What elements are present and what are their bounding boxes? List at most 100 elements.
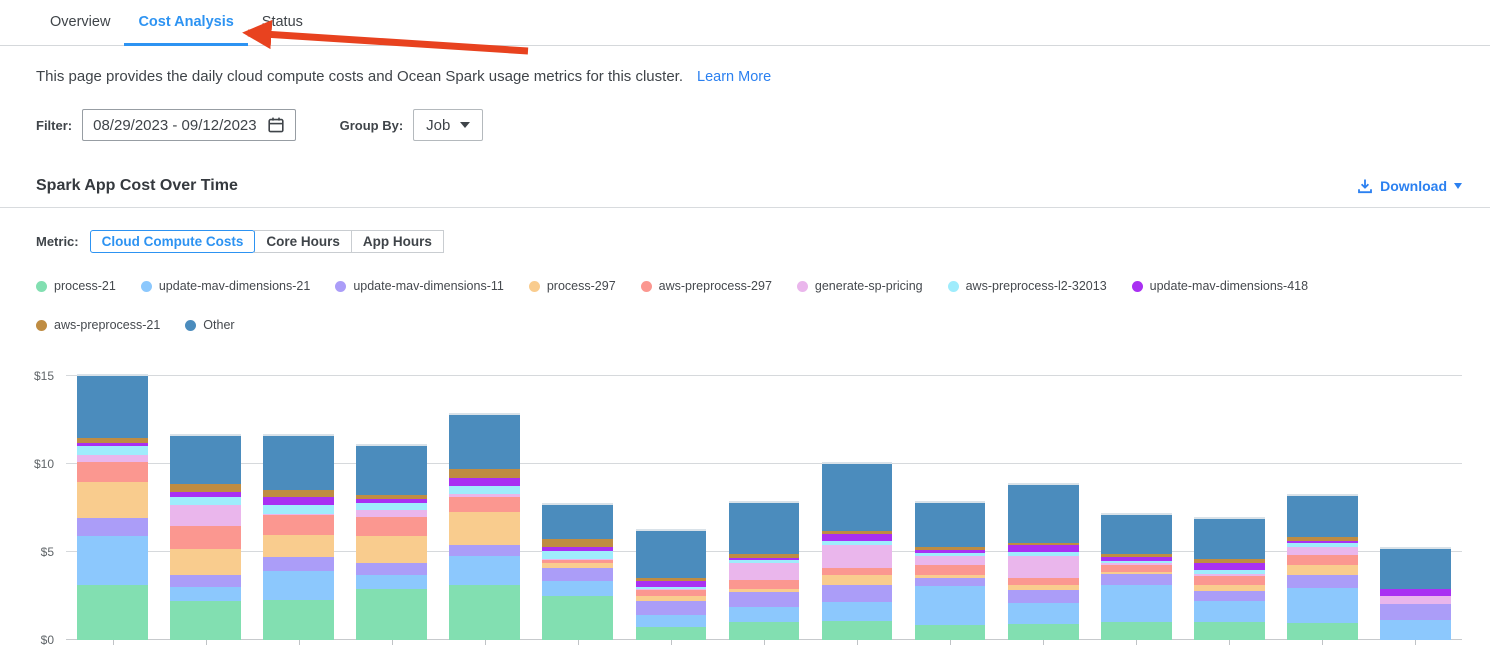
- bar-segment-update-mav-dimensions-418[interactable]: [1008, 545, 1079, 552]
- stacked-bar-9/8[interactable]: [1008, 483, 1079, 640]
- bar-segment-update-mav-dimensions-11[interactable]: [542, 568, 613, 581]
- bar-segment-process-21[interactable]: [1101, 622, 1172, 641]
- bar-segment-update-mav-dimensions-11[interactable]: [356, 563, 427, 575]
- bar-segment-update-mav-dimensions-11[interactable]: [170, 575, 241, 587]
- bar-segment-update-mav-dimensions-21[interactable]: [915, 586, 986, 625]
- stacked-bar-9/6[interactable]: [822, 462, 893, 640]
- stacked-bar-9/9[interactable]: [1101, 513, 1172, 640]
- legend-item-update-mav-dimensions-21[interactable]: update-mav-dimensions-21: [141, 279, 310, 293]
- bar-segment-process-21[interactable]: [1008, 624, 1079, 640]
- bar-segment-process-297[interactable]: [356, 536, 427, 562]
- legend-item-aws-preprocess-297[interactable]: aws-preprocess-297: [641, 279, 772, 293]
- bar-segment-update-mav-dimensions-21[interactable]: [356, 575, 427, 589]
- bar-segment-update-mav-dimensions-11[interactable]: [729, 592, 800, 608]
- download-button[interactable]: Download: [1357, 178, 1462, 194]
- bar-segment-update-mav-dimensions-21[interactable]: [1287, 588, 1358, 623]
- bar-segment-aws-preprocess-l2-32013[interactable]: [77, 446, 148, 455]
- bar-segment-generate-sp-pricing[interactable]: [729, 563, 800, 581]
- bar-segment-update-mav-dimensions-21[interactable]: [636, 615, 707, 626]
- bar-segment-aws-preprocess-21[interactable]: [170, 484, 241, 492]
- bar-segment-update-mav-dimensions-11[interactable]: [1194, 591, 1265, 602]
- bar-segment-other[interactable]: [170, 436, 241, 484]
- stacked-bar-9/11[interactable]: [1287, 494, 1358, 640]
- bar-segment-process-21[interactable]: [263, 600, 334, 641]
- bar-segment-other[interactable]: [449, 415, 520, 469]
- bar-segment-update-mav-dimensions-21[interactable]: [729, 607, 800, 621]
- bar-segment-aws-preprocess-l2-32013[interactable]: [542, 551, 613, 559]
- metric-core-hours-button[interactable]: Core Hours: [254, 230, 352, 253]
- bar-segment-other[interactable]: [263, 436, 334, 491]
- stacked-bar-9/10[interactable]: [1194, 517, 1265, 640]
- bar-segment-update-mav-dimensions-21[interactable]: [1194, 601, 1265, 621]
- bar-segment-aws-preprocess-l2-32013[interactable]: [263, 505, 334, 514]
- bar-segment-update-mav-dimensions-11[interactable]: [1287, 575, 1358, 588]
- bar-segment-aws-preprocess-297[interactable]: [263, 515, 334, 535]
- bar-segment-update-mav-dimensions-11[interactable]: [449, 545, 520, 556]
- bar-segment-generate-sp-pricing[interactable]: [915, 556, 986, 566]
- stacked-bar-8/30[interactable]: [170, 434, 241, 640]
- bar-segment-process-21[interactable]: [822, 621, 893, 640]
- bar-segment-aws-preprocess-297[interactable]: [356, 517, 427, 536]
- bar-segment-update-mav-dimensions-21[interactable]: [449, 556, 520, 584]
- bar-segment-generate-sp-pricing[interactable]: [1380, 596, 1451, 604]
- bar-segment-other[interactable]: [356, 446, 427, 494]
- group-by-select[interactable]: Job: [413, 109, 483, 141]
- bar-segment-process-297[interactable]: [77, 482, 148, 518]
- bar-segment-aws-preprocess-297[interactable]: [1194, 576, 1265, 585]
- bar-segment-aws-preprocess-l2-32013[interactable]: [449, 486, 520, 494]
- bar-segment-generate-sp-pricing[interactable]: [170, 505, 241, 525]
- bar-segment-process-21[interactable]: [1287, 623, 1358, 640]
- bar-segment-aws-preprocess-297[interactable]: [729, 580, 800, 589]
- stacked-bar-9/2[interactable]: [449, 413, 520, 640]
- bar-segment-update-mav-dimensions-21[interactable]: [263, 571, 334, 599]
- stacked-bar-9/4[interactable]: [636, 529, 707, 640]
- bar-segment-update-mav-dimensions-11[interactable]: [915, 578, 986, 586]
- metric-cloud-compute-costs-button[interactable]: Cloud Compute Costs: [90, 230, 256, 253]
- bar-segment-generate-sp-pricing[interactable]: [356, 510, 427, 517]
- stacked-bar-9/1[interactable]: [356, 444, 427, 640]
- bar-segment-aws-preprocess-297[interactable]: [449, 497, 520, 513]
- bar-segment-update-mav-dimensions-418[interactable]: [263, 497, 334, 506]
- bar-segment-process-297[interactable]: [263, 535, 334, 557]
- bar-segment-other[interactable]: [1008, 485, 1079, 542]
- date-range-picker[interactable]: 08/29/2023 - 09/12/2023: [82, 109, 295, 141]
- bar-segment-update-mav-dimensions-11[interactable]: [1008, 590, 1079, 603]
- bar-segment-update-mav-dimensions-418[interactable]: [1194, 563, 1265, 570]
- bar-segment-update-mav-dimensions-11[interactable]: [1380, 604, 1451, 620]
- stacked-bar-9/3[interactable]: [542, 503, 613, 640]
- bar-segment-update-mav-dimensions-11[interactable]: [636, 601, 707, 615]
- legend-item-process-297[interactable]: process-297: [529, 279, 616, 293]
- bar-segment-aws-preprocess-297[interactable]: [77, 462, 148, 481]
- bar-segment-other[interactable]: [1287, 496, 1358, 537]
- bar-segment-update-mav-dimensions-21[interactable]: [77, 536, 148, 585]
- bar-segment-process-21[interactable]: [356, 589, 427, 640]
- bar-segment-update-mav-dimensions-21[interactable]: [1008, 603, 1079, 624]
- bar-segment-process-297[interactable]: [170, 549, 241, 575]
- stacked-bar-8/29[interactable]: [77, 374, 148, 640]
- bar-segment-process-21[interactable]: [729, 622, 800, 641]
- bar-segment-process-21[interactable]: [449, 585, 520, 640]
- legend-item-update-mav-dimensions-11[interactable]: update-mav-dimensions-11: [335, 279, 504, 293]
- bar-segment-aws-preprocess-l2-32013[interactable]: [170, 497, 241, 506]
- bar-segment-generate-sp-pricing[interactable]: [1008, 556, 1079, 578]
- tab-status[interactable]: Status: [248, 0, 317, 46]
- legend-item-process-21[interactable]: process-21: [36, 279, 116, 293]
- bar-segment-other[interactable]: [822, 464, 893, 531]
- legend-item-aws-preprocess-l2-32013[interactable]: aws-preprocess-l2-32013: [948, 279, 1107, 293]
- bar-segment-update-mav-dimensions-21[interactable]: [822, 602, 893, 621]
- bar-segment-process-297[interactable]: [449, 512, 520, 545]
- bar-segment-aws-preprocess-21[interactable]: [542, 539, 613, 547]
- bar-segment-update-mav-dimensions-418[interactable]: [1380, 589, 1451, 596]
- bar-segment-update-mav-dimensions-21[interactable]: [1101, 585, 1172, 622]
- bar-segment-update-mav-dimensions-21[interactable]: [542, 581, 613, 596]
- stacked-bar-9/7[interactable]: [915, 501, 986, 640]
- bar-segment-other[interactable]: [542, 505, 613, 540]
- legend-item-other[interactable]: Other: [185, 318, 234, 332]
- stacked-bar-9/5[interactable]: [729, 501, 800, 640]
- bar-segment-update-mav-dimensions-418[interactable]: [449, 478, 520, 486]
- tab-cost-analysis[interactable]: Cost Analysis: [124, 0, 247, 46]
- bar-segment-aws-preprocess-297[interactable]: [1101, 565, 1172, 572]
- tab-overview[interactable]: Overview: [36, 0, 124, 46]
- bar-segment-process-297[interactable]: [822, 575, 893, 585]
- bar-segment-update-mav-dimensions-21[interactable]: [1380, 620, 1451, 640]
